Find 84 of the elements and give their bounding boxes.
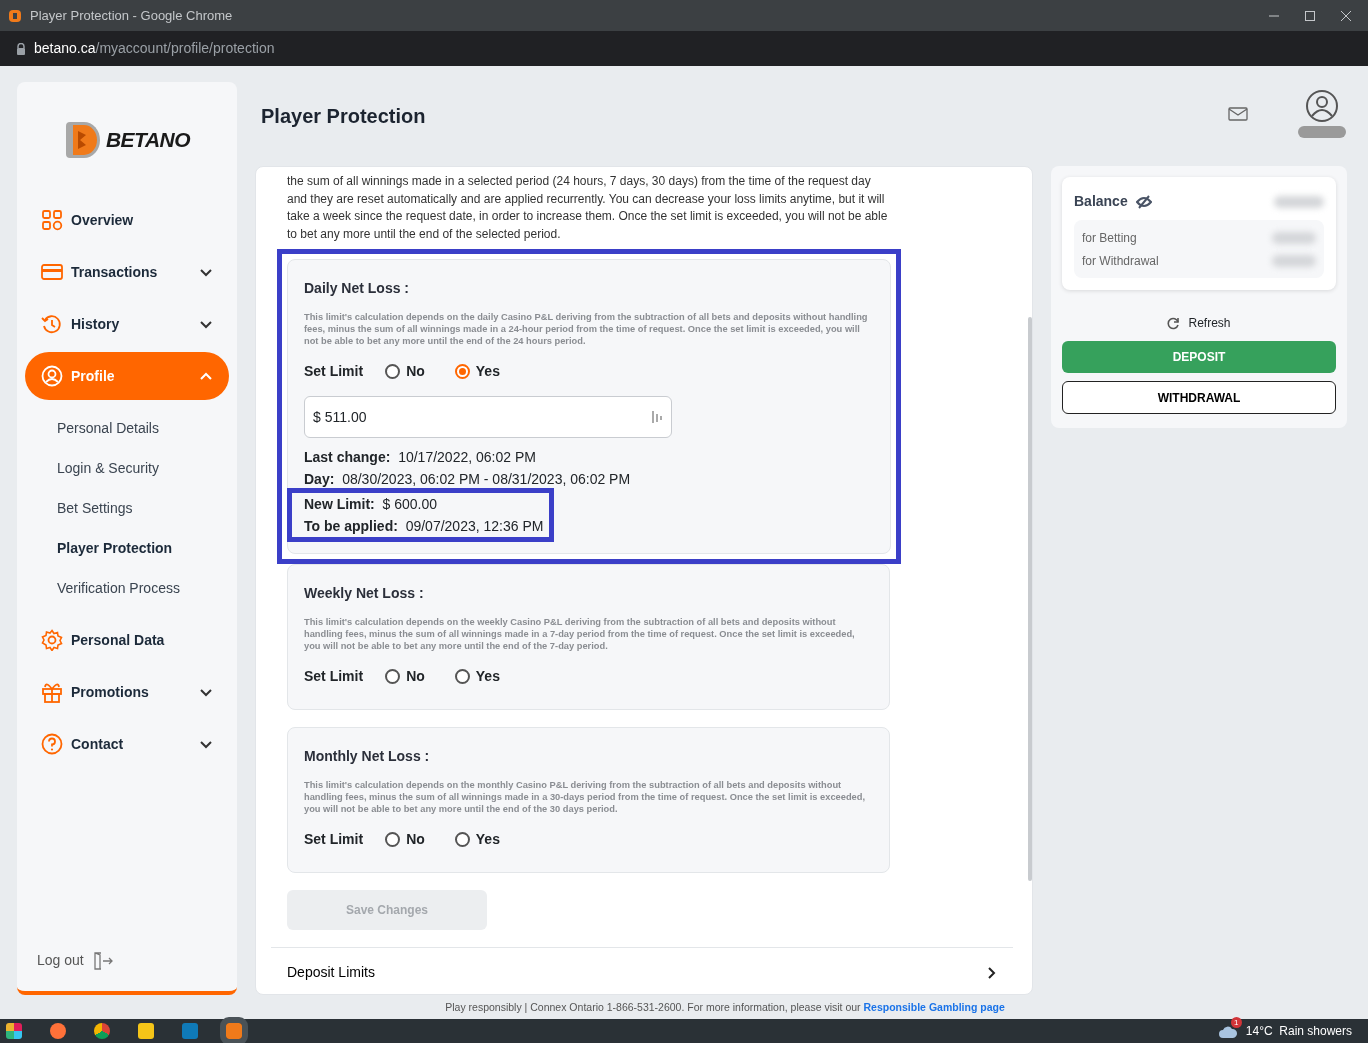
radio-label[interactable]: Yes bbox=[475, 665, 500, 687]
blurred-amount bbox=[1274, 195, 1324, 208]
balance-row-label: for Betting bbox=[1082, 229, 1137, 247]
description-text: This limit's calculation depends on the monthly Casino P&L deriving from the subtraction of all bets and deposits without handling fees, minus the sum of all winnings made in a 30-days period from the time of request. Once the set limit is exceeded, you will not be able to bet any more until the end of the 30 days period. bbox=[304, 778, 867, 815]
logout-link[interactable]: Log out bbox=[37, 950, 84, 971]
radio-button[interactable] bbox=[454, 668, 470, 684]
detail-line: New Limit: $ 600.00 bbox=[304, 495, 439, 514]
sidebar-item[interactable]: History bbox=[25, 300, 229, 348]
weather-text[interactable]: 14°C Rain showers bbox=[1245, 1022, 1352, 1040]
url-text[interactable]: betano.ca/myaccount/profile/protection bbox=[34, 38, 275, 59]
logo-icon bbox=[63, 119, 102, 161]
avatar-icon[interactable] bbox=[1296, 88, 1348, 140]
detail-line: To be applied: 09/07/2023, 12:36 PM bbox=[304, 517, 544, 536]
cloud-icon[interactable] bbox=[1217, 1024, 1238, 1039]
page-title: Player Protection bbox=[261, 104, 426, 128]
section-title: Daily Net Loss : bbox=[304, 279, 411, 298]
chevron-icon bbox=[199, 266, 213, 278]
radio-button[interactable] bbox=[454, 831, 470, 847]
radio-label[interactable]: No bbox=[406, 828, 425, 850]
amount-field[interactable]: $ 511.00 bbox=[304, 396, 672, 438]
submenu-item[interactable]: Login & Security bbox=[17, 448, 217, 488]
footer-text: Play responsibly | Connex Ontario 1-866-531-2600. For more information, please visit our Responsible Gambling page bbox=[445, 1001, 1005, 1013]
radio-label[interactable]: Yes bbox=[475, 361, 500, 382]
chevron-icon bbox=[199, 318, 213, 330]
section-title: Monthly Net Loss : bbox=[304, 746, 431, 766]
radio-label[interactable]: Yes bbox=[475, 828, 500, 850]
chevron-icon bbox=[199, 370, 213, 382]
intro-paragraph: the sum of all winnings made in a selected period (24 hours, 7 days, 30 days) from the time of the request day and they are reset automatically and are applied recurrently. You can decrease your loss limits anytime, but it will take a week since the request date, in order to increase them. Once the set limit is exceeded, you will not be able to bet any more until the end of the selected period. bbox=[286, 173, 889, 243]
app-icon[interactable] bbox=[94, 1023, 110, 1039]
refresh-icon[interactable] bbox=[1167, 316, 1181, 330]
radio-label[interactable]: No bbox=[406, 361, 425, 382]
section-title: Weekly Net Loss : bbox=[304, 583, 425, 603]
sidebar-item[interactable]: Transactions bbox=[25, 248, 229, 296]
radio-label[interactable]: No bbox=[406, 665, 425, 687]
description-text: This limit's calculation depends on the weekly Casino P&L deriving from the subtraction of all bets and deposits without handling fees, minus the sum of all winnings made in a 7-day period from the time of request. Once the set limit is exceeded, you will not be able to bet any more until the end of the 7-day period. bbox=[304, 615, 856, 652]
radio-button[interactable] bbox=[385, 668, 401, 684]
radio-button[interactable] bbox=[385, 364, 401, 379]
blurred-amount bbox=[1272, 254, 1316, 267]
mail-icon[interactable] bbox=[1228, 107, 1248, 121]
description-text: This limit's calculation depends on the daily Casino P&L deriving from the subtraction of all bets and deposits without handling fees, minus the sum of all winnings made in a 24-hour period from the time of request. Once the set limit is exceeded, you will not be able to bet any more until the end of the 24 hours period. bbox=[304, 311, 869, 347]
detail-line: Day: 08/30/2023, 06:02 PM - 08/31/2023, 06:02 PM bbox=[304, 470, 632, 489]
logo-text: BETANO bbox=[105, 127, 191, 154]
radio-button[interactable] bbox=[385, 831, 401, 847]
chevron-icon bbox=[199, 686, 213, 698]
scrollbar[interactable] bbox=[1028, 317, 1032, 881]
lock-icon bbox=[16, 42, 26, 55]
sidebar-item[interactable]: Personal Data bbox=[25, 616, 229, 664]
gear-icon bbox=[41, 629, 63, 651]
history-icon bbox=[41, 313, 63, 335]
browser-logo-icon bbox=[8, 8, 22, 23]
grid-icon bbox=[41, 209, 63, 231]
sidebar-item[interactable]: Contact bbox=[25, 720, 229, 768]
maximize-icon[interactable] bbox=[1304, 9, 1316, 22]
refresh-link[interactable]: Refresh bbox=[1188, 314, 1231, 332]
balance-row-label: for Withdrawal bbox=[1082, 252, 1159, 270]
app-icon[interactable] bbox=[50, 1023, 66, 1039]
set-limit-label: Set Limit bbox=[304, 362, 364, 381]
help-icon bbox=[41, 733, 63, 755]
balance-title: Balance bbox=[1074, 192, 1128, 211]
sidebar-item[interactable]: Overview bbox=[25, 196, 229, 244]
withdrawal-button[interactable]: WITHDRAWAL bbox=[1062, 381, 1336, 414]
slider-icon bbox=[651, 410, 663, 424]
responsible-gambling-link[interactable]: Responsible Gambling page bbox=[863, 1001, 1005, 1013]
submenu-item[interactable]: Personal Details bbox=[17, 408, 217, 448]
user-icon bbox=[41, 365, 63, 387]
detail-line: Last change: 10/17/2022, 06:02 PM bbox=[304, 448, 537, 467]
app-icon[interactable] bbox=[6, 1023, 22, 1039]
radio-button[interactable] bbox=[454, 364, 470, 379]
blurred-amount bbox=[1272, 231, 1316, 244]
chevron-icon bbox=[199, 738, 213, 750]
set-limit-label: Set Limit bbox=[304, 666, 364, 686]
submenu-item[interactable]: Verification Process bbox=[17, 568, 217, 608]
close-icon[interactable] bbox=[1340, 9, 1352, 22]
submenu-item[interactable]: Player Protection bbox=[17, 528, 217, 568]
hidden-eye-icon[interactable] bbox=[1135, 194, 1152, 209]
logout-icon[interactable] bbox=[91, 950, 114, 971]
chevron-right-icon bbox=[987, 965, 997, 980]
window-title: Player Protection - Google Chrome bbox=[30, 6, 233, 25]
notification-badge: 1 bbox=[1230, 1017, 1242, 1028]
set-limit-label: Set Limit bbox=[304, 829, 364, 849]
card-icon bbox=[41, 261, 63, 283]
gift-icon bbox=[41, 681, 63, 703]
submenu-item[interactable]: Bet Settings bbox=[17, 488, 217, 528]
sidebar-item[interactable]: Promotions bbox=[25, 668, 229, 716]
